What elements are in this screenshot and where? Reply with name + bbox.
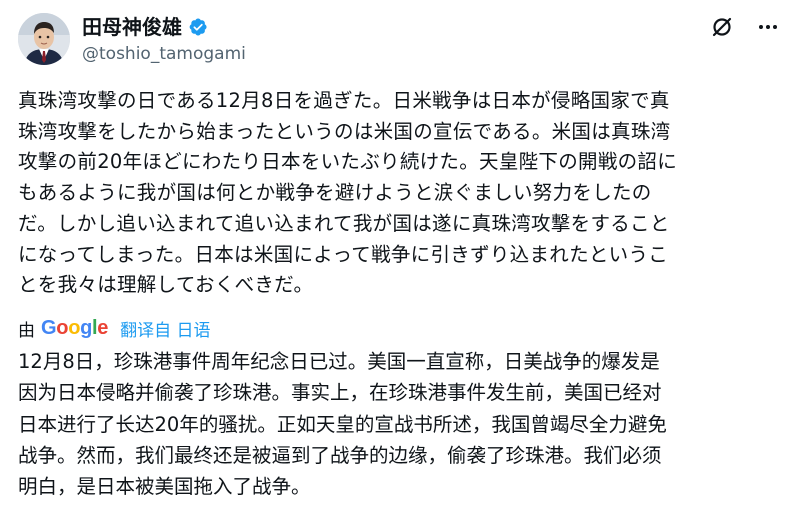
post-text-line: とを我々は理解しておくべきだ。	[18, 273, 314, 297]
more-dots-icon[interactable]	[755, 14, 781, 40]
google-logo-letter: g	[80, 316, 93, 339]
verified-badge-icon[interactable]	[188, 17, 208, 37]
post-text-line: もあるように我が国は何とか戦争を避けようと涙ぐましい努力をしたの	[18, 181, 652, 205]
translated-from-link[interactable]: 翻译自 日语	[120, 316, 210, 341]
google-logo-letter: e	[97, 316, 109, 339]
grok-slash-circle-icon[interactable]	[709, 14, 735, 40]
post-text-line: 真珠湾攻撃の日である12月8日を過ぎた。日米戦争は日本が侵略国家で真	[18, 89, 670, 112]
post-text-line: だ。しかし追い込まれて追い込まれて我が国は遂に真珠湾攻撃をすること	[18, 211, 670, 235]
person-portrait-avatar-icon	[18, 13, 70, 65]
google-logo: Google	[41, 317, 108, 340]
translated-text-line: 12月8日，珍珠港事件周年纪念日已过。美国一直宣称，日美战争的爆发是	[18, 350, 660, 373]
author-name-row[interactable]: 田母神俊雄	[82, 14, 208, 40]
post-text-line: になってしまった。日本は米国によって戦争に引きずり込まれたというこ	[18, 242, 669, 266]
google-logo-letter: G	[41, 316, 57, 339]
post-text-line: 攻撃の前20年ほどにわたり日本をいたぶり続けた。天皇陛下の開戦の詔に	[18, 150, 678, 174]
translated-text-line: 战争。然而，我们最终还是被逼到了战争的边缘，偷袭了珍珠港。我们必须	[18, 443, 662, 467]
translation-attribution: 由 Google 翻译自 日语	[18, 316, 211, 341]
translation-prefix: 由	[18, 320, 35, 341]
author-display-name[interactable]: 田母神俊雄	[82, 14, 182, 40]
translated-text-line: 明白，是日本被美国拖入了战争。	[18, 475, 311, 499]
post-text: 真珠湾攻撃の日である12月8日を過ぎた。日米戦争は日本が侵略国家で真 珠湾攻撃をし…	[18, 86, 788, 301]
post-text-line: 珠湾攻撃をしたから始まったというのは米国の宣伝である。米国は真珠湾	[18, 119, 671, 143]
translated-text-line: 因为日本侵略并偷袭了珍珠港。事实上，在珍珠港事件发生前，美国已经对	[18, 381, 662, 405]
translated-text-line: 日本进行了长达20年的骚扰。正如天皇的宣战书所述，我国曾竭尽全力避免	[18, 412, 667, 436]
google-logo-letter: o	[56, 316, 69, 339]
header-actions	[709, 14, 781, 40]
translated-text: 12月8日，珍珠港事件周年纪念日已过。美国一直宣称，日美战争的爆发是 因为日本侵略…	[18, 346, 788, 502]
post-header: 田母神俊雄 @toshio_tamogami	[18, 12, 781, 68]
author-handle[interactable]: @toshio_tamogami	[82, 42, 246, 66]
google-logo-letter: o	[68, 316, 81, 339]
avatar[interactable]	[18, 13, 70, 65]
author-block: 田母神俊雄 @toshio_tamogami	[82, 14, 246, 66]
